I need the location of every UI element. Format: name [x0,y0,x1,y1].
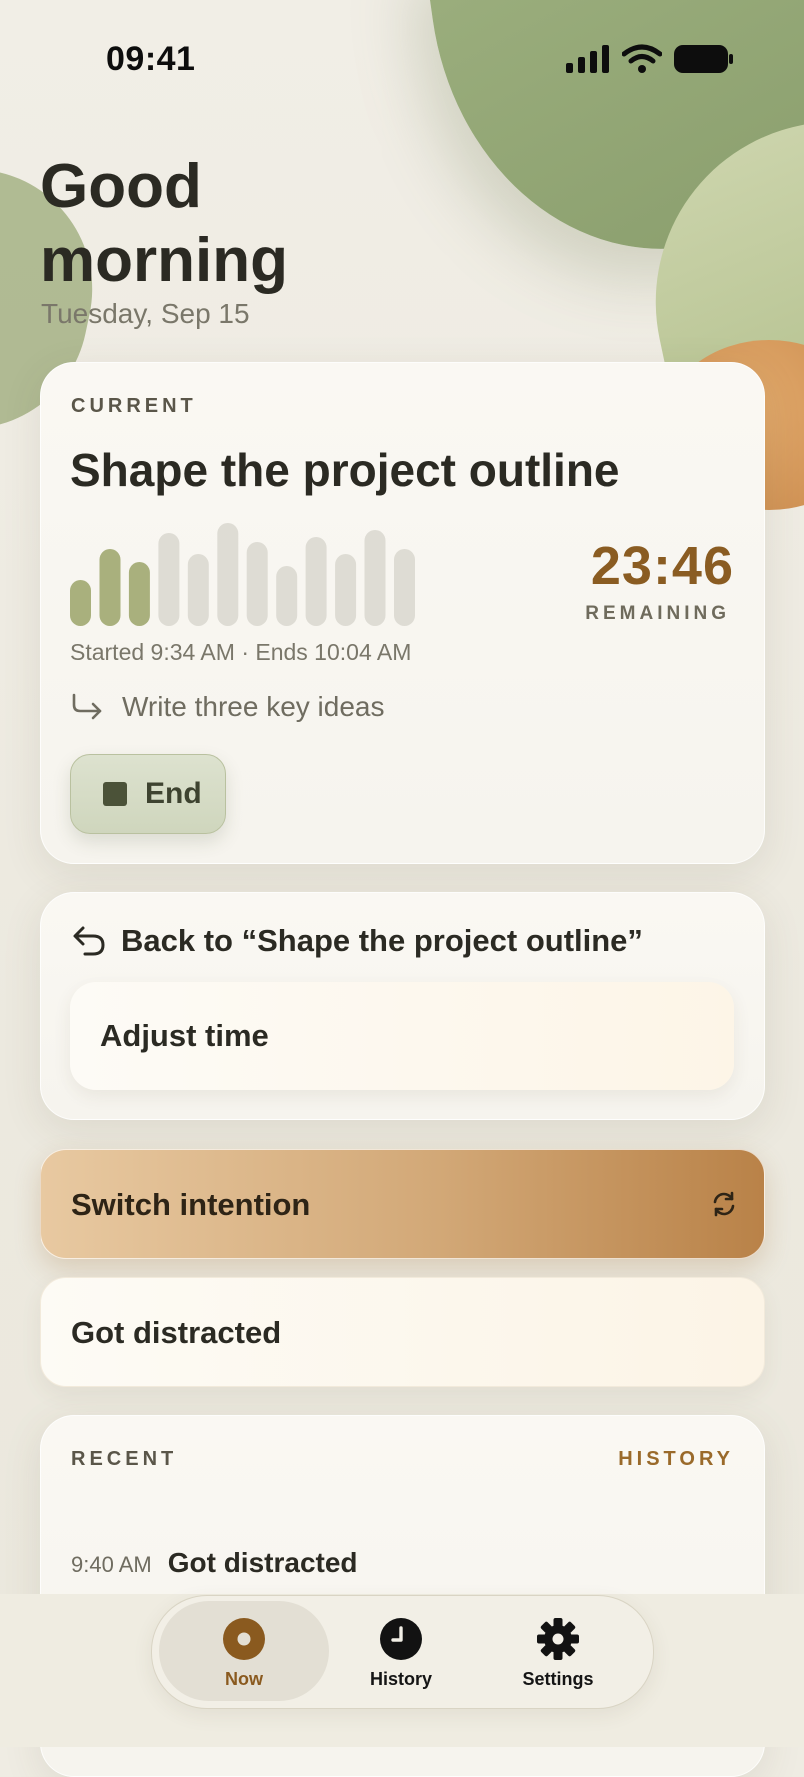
recent-item-time: 9:40 AM [71,1552,152,1577]
status-icons [566,44,734,74]
progress-bar [246,542,268,626]
gear-icon [537,1618,579,1660]
refresh-icon [713,1191,735,1217]
got-distracted-label: Got distracted [71,1315,282,1350]
progress-bar [99,549,121,626]
tab-settings-label: Settings [522,1669,594,1689]
greeting-title: Good morning [40,150,288,298]
wifi-icon [622,44,662,73]
greeting-line-1: Good [40,152,202,221]
progress-bar [70,580,91,626]
date-label: Tuesday, Sep 15 [41,298,250,329]
undo-icon [73,926,105,956]
tab-now-label: Now [225,1669,263,1689]
countdown-timer: 23:46 [590,536,734,596]
progress-bars [70,523,415,626]
tab-history-label: History [369,1669,432,1689]
progress-bar [394,549,415,626]
progress-bar [276,566,298,626]
arrow-forward-icon [72,693,102,720]
session-times: Started 9:34 AM · Ends 10:04 AM [70,639,412,665]
back-button[interactable]: Back to “Shape the project outline” [71,923,643,959]
end-button[interactable]: End [70,754,226,834]
progress-bar [364,530,386,626]
switch-intention-label: Switch intention [71,1187,311,1222]
now-icon [223,1618,265,1660]
progress-bar [335,554,357,626]
stop-icon [103,782,127,806]
adjust-time-button[interactable]: Adjust time [70,982,734,1090]
tab-settings[interactable]: Settings [473,1601,643,1701]
current-eyebrow: CURRENT [71,395,197,417]
recent-item-text: Got distracted [167,1547,358,1578]
back-card: Back to “Shape the project outline” Adju… [40,892,765,1120]
progress-bar [187,554,209,626]
progress-bar [128,562,150,626]
progress-bar [217,523,239,626]
status-bar: 09:41 [0,0,804,118]
recent-eyebrow: RECENT [71,1448,178,1470]
next-step: Write three key ideas [70,691,385,723]
next-step-text: Write three key ideas [122,691,385,722]
progress-bar [305,537,327,626]
clock-icon [380,1618,422,1660]
adjust-time-label: Adjust time [100,1018,269,1053]
signal-icon [566,45,609,73]
history-link[interactable]: HISTORY [618,1448,734,1471]
greeting-line-2: morning [40,226,288,295]
switch-intention-button[interactable]: Switch intention [40,1149,765,1259]
end-button-label: End [145,777,202,810]
current-card: CURRENT Shape the project outline 23:46 … [40,362,765,864]
status-time: 09:41 [106,40,196,78]
back-label: Back to “Shape the project outline” [121,923,643,958]
battery-icon [674,45,733,73]
current-task-title: Shape the project outline [70,444,620,496]
remaining-label: REMAINING [585,603,730,624]
tab-history[interactable]: History [316,1601,486,1701]
got-distracted-button[interactable]: Got distracted [40,1277,765,1387]
tab-now[interactable]: Now [159,1601,329,1701]
list-item[interactable]: 9:40 AM Got distracted [71,1547,358,1579]
progress-bar [158,533,180,626]
